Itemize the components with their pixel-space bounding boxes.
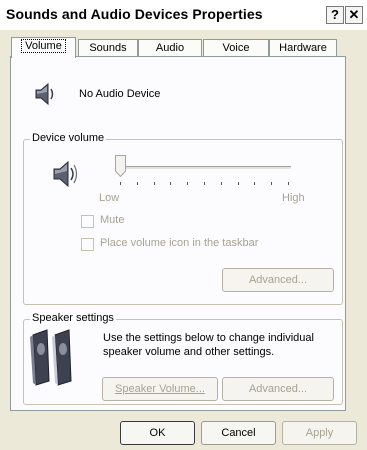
- cancel-button[interactable]: Cancel: [201, 421, 276, 445]
- window-title: Sounds and Audio Devices Properties: [6, 6, 263, 22]
- speaker-volume-label: Speaker Volume...: [115, 383, 205, 395]
- apply-button[interactable]: Apply: [282, 421, 357, 445]
- tab-audio-label: Audio: [155, 42, 185, 54]
- tab-sounds[interactable]: Sounds: [78, 39, 138, 57]
- title-bar[interactable]: Sounds and Audio Devices Properties ? ✕: [0, 0, 367, 30]
- device-name: No Audio Device: [79, 88, 161, 100]
- speakers-icon: [30, 329, 72, 386]
- volume-slider-track[interactable]: [118, 166, 291, 170]
- slider-tick: [204, 182, 205, 185]
- speaker-icon: [35, 82, 54, 106]
- ok-button[interactable]: OK: [120, 421, 195, 445]
- slider-high-label: High: [282, 192, 305, 204]
- tab-hardware-label: Hardware: [279, 42, 327, 54]
- slider-tick: [120, 182, 121, 185]
- slider-tick: [271, 182, 272, 185]
- tab-sounds-label: Sounds: [89, 42, 127, 54]
- slider-tick: [221, 182, 222, 185]
- volume-slider-thumb[interactable]: [115, 155, 126, 177]
- taskbar-icon-checkbox[interactable]: [81, 238, 94, 251]
- speaker-settings-description: Use the settings below to change individ…: [103, 332, 314, 358]
- speaker-settings-label: Speaker settings: [30, 312, 116, 324]
- device-volume-label: Device volume: [30, 132, 107, 144]
- mute-label: Mute: [100, 214, 125, 226]
- volume-speaker-icon: [53, 160, 78, 188]
- slider-low-label: Low: [99, 192, 120, 204]
- slider-tick: [238, 182, 239, 185]
- speaker-volume-button[interactable]: Speaker Volume...: [102, 377, 218, 401]
- mute-checkbox[interactable]: [81, 215, 94, 228]
- close-button[interactable]: ✕: [345, 6, 363, 24]
- slider-tick: [288, 182, 289, 185]
- slider-tick: [170, 182, 171, 185]
- tab-voice-label: Voice: [222, 42, 250, 54]
- taskbar-icon-label: Place volume icon in the taskbar: [100, 237, 259, 249]
- slider-tick: [137, 182, 138, 185]
- slider-tick: [254, 182, 255, 185]
- tab-voice[interactable]: Voice: [203, 39, 269, 57]
- tab-volume[interactable]: Volume: [11, 37, 76, 58]
- volume-advanced-button[interactable]: Advanced...: [222, 268, 334, 292]
- slider-tick: [187, 182, 188, 185]
- help-button[interactable]: ?: [326, 6, 344, 24]
- speaker-advanced-button[interactable]: Advanced...: [222, 377, 334, 401]
- tab-volume-label: Volume: [21, 39, 66, 53]
- tab-audio[interactable]: Audio: [138, 39, 202, 57]
- volume-tab-panel: No Audio Device Device volume Low High M…: [10, 56, 346, 411]
- slider-tick: [154, 182, 155, 185]
- tab-hardware[interactable]: Hardware: [269, 39, 337, 57]
